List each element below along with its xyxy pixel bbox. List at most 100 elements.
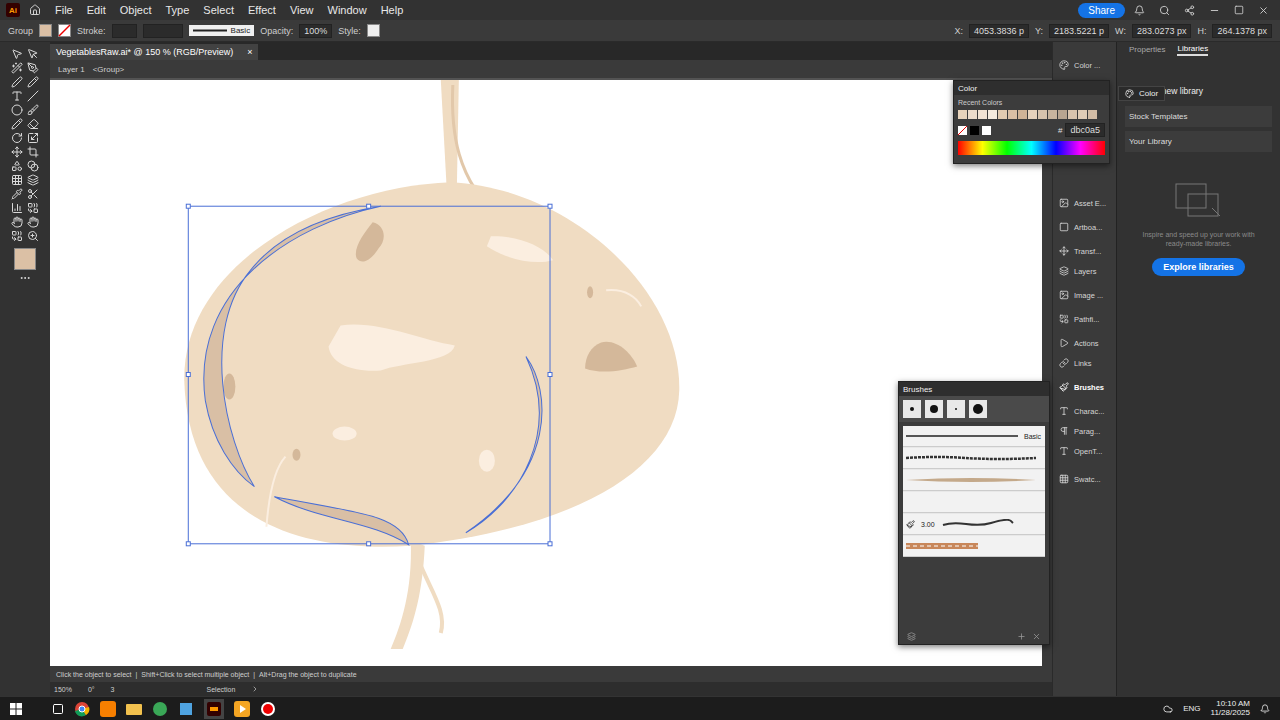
x-field[interactable]: 4053.3836 p	[969, 24, 1029, 38]
app-icon[interactable]	[152, 701, 168, 717]
dock-item[interactable]: Artboa...	[1057, 218, 1116, 236]
maximize-icon[interactable]	[1229, 5, 1249, 15]
artboard-number[interactable]: 3	[111, 686, 115, 693]
recent-color-swatch[interactable]	[988, 110, 997, 119]
menu-item[interactable]: Window	[323, 4, 372, 16]
recent-color-swatch[interactable]	[978, 110, 987, 119]
tool-icon[interactable]	[27, 202, 39, 214]
dock-item[interactable]: Swatc...	[1057, 470, 1116, 488]
tool-icon[interactable]	[11, 202, 23, 214]
library-item[interactable]: Your Library	[1125, 131, 1272, 152]
menu-item[interactable]: Select	[198, 4, 239, 16]
document-tab[interactable]: VegetablesRaw.ai* @ 150 % (RGB/Preview)×	[50, 44, 258, 60]
brush-preset[interactable]	[903, 400, 921, 418]
tool-icon[interactable]	[11, 118, 23, 130]
dock-item[interactable]: OpenT...	[1057, 442, 1116, 460]
menu-item[interactable]: Edit	[82, 4, 111, 16]
clock[interactable]: 10:10 AM11/28/2025	[1211, 700, 1250, 718]
tool-icon[interactable]	[11, 132, 23, 144]
panel-tab[interactable]: Libraries	[1177, 44, 1208, 56]
tool-icon[interactable]	[11, 160, 23, 172]
recent-color-swatch[interactable]	[1028, 110, 1037, 119]
tool-icon[interactable]	[11, 104, 23, 116]
tool-icon[interactable]	[27, 104, 39, 116]
tool-icon[interactable]	[27, 118, 39, 130]
brush-library-icon[interactable]	[907, 632, 916, 641]
tool-icon[interactable]	[11, 48, 23, 60]
tool-icon[interactable]	[11, 146, 23, 158]
fill-swatch[interactable]	[39, 24, 52, 37]
recent-color-swatch[interactable]	[968, 110, 977, 119]
dock-item[interactable]: Transf...	[1057, 242, 1116, 260]
dock-item[interactable]: Image ...	[1057, 286, 1116, 304]
tool-icon[interactable]	[27, 216, 39, 228]
hex-field[interactable]: dbc0a5	[1065, 123, 1105, 137]
recent-color-swatch[interactable]	[958, 110, 967, 119]
dock-item[interactable]: Layers	[1057, 262, 1116, 280]
new-brush-icon[interactable]	[1017, 632, 1026, 641]
more-tools-icon[interactable]	[19, 272, 31, 284]
color-spectrum[interactable]	[958, 141, 1105, 155]
stroke-weight-field[interactable]	[112, 24, 137, 38]
bell-icon[interactable]	[1129, 5, 1150, 16]
tool-icon[interactable]	[11, 62, 23, 74]
dock-item[interactable]: Parag...	[1057, 422, 1116, 440]
menu-item[interactable]: View	[285, 4, 319, 16]
windows-start-icon[interactable]	[10, 703, 22, 715]
menu-item[interactable]: Object	[115, 4, 157, 16]
tool-icon[interactable]	[27, 146, 39, 158]
arrange-icon[interactable]	[1179, 5, 1200, 16]
dock-item[interactable]: Charac...	[1057, 402, 1116, 420]
task-view-icon[interactable]	[52, 703, 64, 715]
white-swatch[interactable]	[982, 126, 991, 135]
recent-color-swatch[interactable]	[1068, 110, 1077, 119]
record-icon[interactable]	[260, 701, 276, 717]
tool-icon[interactable]	[11, 216, 23, 228]
dock-item[interactable]: Links	[1057, 354, 1116, 372]
tool-icon[interactable]	[27, 174, 39, 186]
home-icon[interactable]	[24, 4, 46, 16]
app-icon[interactable]	[178, 701, 194, 717]
tool-icon[interactable]	[11, 174, 23, 186]
app-icon[interactable]	[100, 701, 116, 717]
brush-preset[interactable]	[969, 400, 987, 418]
recent-color-swatch[interactable]	[1018, 110, 1027, 119]
zoom-level[interactable]: 150%	[54, 686, 72, 693]
tool-icon[interactable]	[27, 48, 39, 60]
none-swatch-icon[interactable]	[958, 126, 967, 135]
variable-width-field[interactable]	[143, 24, 183, 38]
illustrator-icon[interactable]	[204, 699, 224, 719]
tab-close[interactable]: ×	[247, 47, 252, 57]
menu-item[interactable]: File	[50, 4, 78, 16]
tool-icon[interactable]	[11, 76, 23, 88]
tool-icon[interactable]	[27, 62, 39, 74]
recent-color-swatch[interactable]	[998, 110, 1007, 119]
brush-row[interactable]: 3.00	[903, 514, 1045, 535]
fill-color-swatch[interactable]	[14, 248, 36, 270]
minimize-icon[interactable]	[1204, 5, 1225, 16]
tool-icon[interactable]	[11, 90, 23, 102]
dock-item[interactable]: Asset E...	[1057, 194, 1116, 212]
explore-libraries-button[interactable]: Explore libraries	[1152, 258, 1245, 276]
dock-item[interactable]: Brushes	[1057, 378, 1116, 396]
brush-row[interactable]	[903, 470, 1045, 491]
stroke-none-icon[interactable]	[58, 24, 71, 37]
brush-preset[interactable]	[925, 400, 943, 418]
recent-color-swatch[interactable]	[1058, 110, 1067, 119]
y-field[interactable]: 2183.5221 p	[1049, 24, 1109, 38]
artboard[interactable]	[50, 80, 1042, 666]
recent-color-swatch[interactable]	[1088, 110, 1097, 119]
panel-tab[interactable]: Properties	[1129, 45, 1165, 55]
brush-row[interactable]	[903, 536, 1045, 557]
h-field[interactable]: 264.1378 px	[1212, 24, 1272, 38]
tool-icon[interactable]	[11, 230, 23, 242]
brush-row[interactable]	[903, 492, 1045, 513]
brush-row[interactable]: Basic	[903, 426, 1045, 447]
close-icon[interactable]	[1253, 5, 1274, 16]
next-icon[interactable]	[251, 685, 259, 693]
tool-icon[interactable]	[27, 132, 39, 144]
library-item[interactable]: Stock Templates	[1125, 106, 1272, 127]
player-icon[interactable]	[234, 701, 250, 717]
opacity-field[interactable]: 100%	[299, 24, 332, 38]
tool-icon[interactable]	[27, 90, 39, 102]
